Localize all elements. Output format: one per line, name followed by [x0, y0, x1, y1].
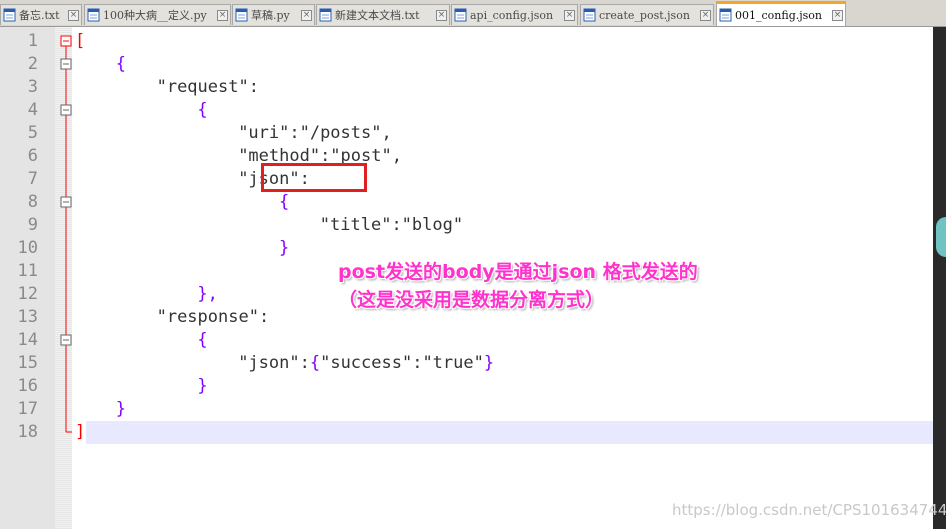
- code-text: },: [197, 284, 218, 304]
- line-number: 4: [27, 100, 38, 120]
- tab-3[interactable]: 新建文本文档.txt ×: [316, 4, 450, 25]
- notepad-file-icon: [235, 8, 248, 22]
- line-number: 2: [27, 54, 38, 74]
- tab-1[interactable]: 100种大病__定义.py ×: [84, 4, 231, 25]
- tab-bar: 备忘.txt × 100种大病__定义.py × 草稿.py × 新建文本文档.txt × ap…: [0, 0, 946, 27]
- close-icon[interactable]: ×: [832, 9, 843, 21]
- close-icon[interactable]: ×: [564, 9, 575, 21]
- code-line[interactable]: 18]: [0, 421, 933, 444]
- code-text: {: [197, 100, 208, 120]
- notepad-file-icon: [719, 8, 732, 22]
- notepad-file-icon: [3, 8, 16, 22]
- code-text: }: [279, 238, 290, 258]
- close-icon[interactable]: ×: [217, 9, 228, 21]
- code-line[interactable]: 7 "json":: [0, 168, 933, 191]
- code-text: }: [197, 376, 208, 396]
- tab-label: create_post.json: [599, 8, 690, 22]
- vertical-scrollbar[interactable]: [933, 27, 946, 529]
- tab-0[interactable]: 备忘.txt ×: [0, 4, 82, 25]
- code-text: {: [115, 54, 127, 74]
- tab-label: 草稿.py: [251, 9, 290, 22]
- code-line[interactable]: 17}: [0, 398, 933, 421]
- code-line[interactable]: 15 "json":{"success":"true"}: [0, 352, 933, 375]
- close-icon[interactable]: ×: [436, 9, 447, 21]
- code-line[interactable]: 3 "request":: [0, 76, 933, 99]
- close-icon[interactable]: ×: [301, 9, 312, 21]
- line-number: 6: [27, 146, 38, 166]
- notepad-file-icon: [583, 8, 596, 22]
- code-line[interactable]: 4{: [0, 99, 933, 122]
- line-number: 7: [27, 169, 38, 189]
- code-line[interactable]: 5 "uri":"/posts",: [0, 122, 933, 145]
- tab-label: 001_config.json: [735, 8, 823, 22]
- tab-label: 100种大病__定义.py: [103, 9, 207, 22]
- code-editor[interactable]: 1[2{3 "request": 4{5 "uri":"/posts", 6 "metho…: [0, 27, 946, 529]
- code-text: ]: [75, 422, 86, 442]
- code-text: }: [115, 399, 127, 419]
- close-icon[interactable]: ×: [68, 9, 79, 21]
- notepad-file-icon: [87, 8, 100, 22]
- code-line[interactable]: 6 "method":"post",: [0, 145, 933, 168]
- watermark: https://blog.csdn.net/CPS1016347441: [672, 501, 946, 519]
- line-number: 18: [17, 422, 38, 442]
- code-text: {: [197, 330, 208, 350]
- code-text: "title":"blog": [319, 215, 464, 235]
- tab-label: 备忘.txt: [19, 9, 60, 22]
- notepad-file-icon: [454, 8, 467, 22]
- code-text: "request":: [156, 77, 259, 97]
- annotation-line-2: （这是没采用是数据分离方式）: [338, 289, 605, 311]
- code-line[interactable]: 1[: [0, 30, 933, 53]
- notepad-file-icon: [319, 8, 332, 22]
- code-line[interactable]: 16}: [0, 375, 933, 398]
- current-line-highlight: [86, 421, 933, 444]
- tab-label: 新建文本文档.txt: [335, 9, 420, 22]
- line-number: 15: [17, 353, 38, 373]
- line-number: 9: [27, 215, 38, 235]
- code-line[interactable]: 9 "title":"blog": [0, 214, 933, 237]
- scroll-knob[interactable]: [936, 217, 946, 257]
- line-number: 12: [17, 284, 38, 304]
- code-line[interactable]: 8{: [0, 191, 933, 214]
- line-number: 13: [17, 307, 38, 327]
- code-line[interactable]: 2{: [0, 53, 933, 76]
- code-text: {: [279, 192, 290, 212]
- tab-label: api_config.json: [470, 8, 554, 22]
- code-text: "response":: [156, 307, 270, 327]
- code-text: [: [75, 31, 86, 51]
- line-number: 10: [17, 238, 38, 258]
- line-number: 3: [27, 77, 38, 97]
- code-text: "json":{"success":"true"}: [238, 353, 495, 373]
- tab-4[interactable]: api_config.json ×: [451, 4, 578, 25]
- tab-6[interactable]: 001_config.json ×: [716, 1, 846, 26]
- line-number: 11: [17, 261, 38, 281]
- tab-2[interactable]: 草稿.py ×: [232, 4, 315, 25]
- line-number: 8: [27, 192, 38, 212]
- line-number: 17: [17, 399, 38, 419]
- code-text: "uri":"/posts",: [238, 123, 392, 143]
- line-number: 1: [27, 31, 38, 51]
- tab-5[interactable]: create_post.json ×: [580, 4, 714, 25]
- highlight-box-json-key: [261, 163, 367, 192]
- line-number: 5: [27, 123, 38, 143]
- annotation-line-1: post发送的body是通过json 格式发送的: [338, 261, 698, 283]
- close-icon[interactable]: ×: [700, 9, 711, 21]
- line-number: 14: [17, 330, 38, 350]
- line-number: 16: [17, 376, 38, 396]
- code-line[interactable]: 14 {: [0, 329, 933, 352]
